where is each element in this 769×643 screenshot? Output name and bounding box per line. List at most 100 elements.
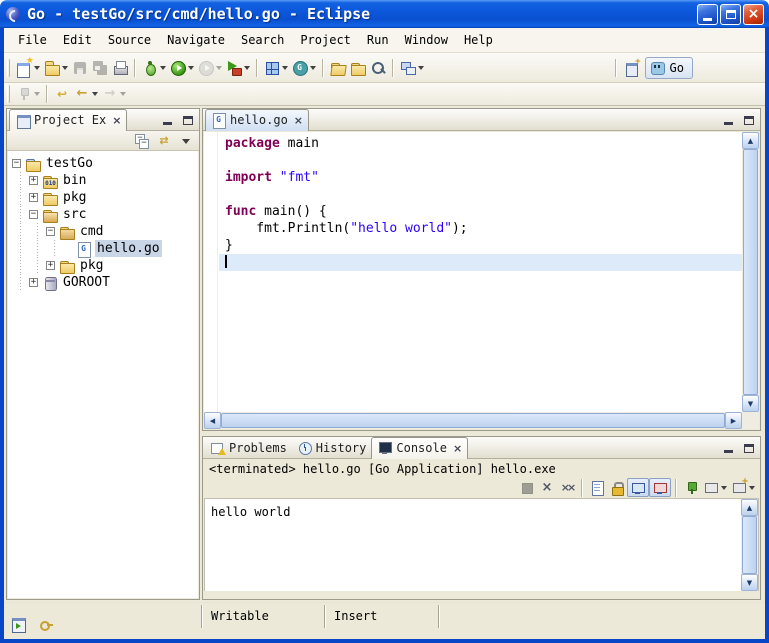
show-stderr-button[interactable] <box>649 478 671 497</box>
toolbar-gripper[interactable] <box>7 59 10 77</box>
save-all-button[interactable] <box>90 57 110 79</box>
tab-hello-go-editor[interactable]: hello.go × <box>205 109 309 131</box>
tree-item-GOROOT[interactable]: +GOROOT <box>8 274 198 291</box>
pin-editor-dropdown-arrow[interactable] <box>34 92 40 96</box>
run-button[interactable] <box>168 57 196 79</box>
tree-collapse-toggle[interactable]: − <box>12 159 21 168</box>
menu-help[interactable]: Help <box>456 28 501 52</box>
scroll-right-button[interactable]: ▶ <box>725 412 742 429</box>
tree-collapse-toggle[interactable]: − <box>46 227 55 236</box>
console-scrollbar[interactable]: ▲ ▼ <box>741 499 758 591</box>
menu-project[interactable]: Project <box>292 28 359 52</box>
collapse-all-button[interactable] <box>132 130 152 152</box>
editor-vertical-scrollbar[interactable]: ▲ ▼ <box>742 132 759 412</box>
debug-dropdown-arrow[interactable] <box>160 66 166 70</box>
godoc-dropdown-arrow[interactable] <box>310 66 316 70</box>
forward-dropdown-arrow[interactable] <box>120 92 126 96</box>
open-resource-button[interactable] <box>328 57 348 79</box>
menu-source[interactable]: Source <box>100 28 159 52</box>
tree-expand-toggle[interactable]: + <box>29 193 38 202</box>
editor-horizontal-scrollbar[interactable]: ◀ ▶ <box>204 412 742 429</box>
minimize-view-button[interactable] <box>719 112 737 128</box>
close-editor-tab-icon[interactable]: × <box>294 115 303 126</box>
menu-window[interactable]: Window <box>397 28 456 52</box>
scrollbar-thumb[interactable] <box>742 516 757 574</box>
new-go-app-dropdown-arrow[interactable] <box>282 66 288 70</box>
debug-button[interactable] <box>140 57 168 79</box>
menu-edit[interactable]: Edit <box>55 28 100 52</box>
open-console-dropdown-arrow[interactable] <box>749 486 755 490</box>
toolbar-gripper[interactable] <box>7 85 10 103</box>
scroll-up-button[interactable]: ▲ <box>741 499 758 516</box>
save-button[interactable] <box>70 57 90 79</box>
link-with-editor-button[interactable] <box>154 130 174 152</box>
maximize-view-button[interactable] <box>740 440 758 456</box>
annotation-ruler[interactable] <box>204 132 218 412</box>
new-go-project-button[interactable] <box>42 57 70 79</box>
code-line-2[interactable] <box>219 152 742 169</box>
code-area[interactable]: package mainimport "fmt"func main() { fm… <box>219 132 742 412</box>
tree-expand-toggle[interactable]: + <box>29 278 38 287</box>
tab-history[interactable]: History <box>292 438 372 458</box>
code-line-4[interactable] <box>219 186 742 203</box>
tree-item-pkg[interactable]: +pkg <box>8 257 198 274</box>
display-console-button[interactable] <box>701 478 729 497</box>
scroll-left-button[interactable]: ◀ <box>204 412 221 429</box>
tree-item-hello-go[interactable]: hello.go <box>8 240 198 257</box>
maximize-view-button[interactable] <box>179 112 197 128</box>
pin-editor-button[interactable] <box>14 84 42 104</box>
close-tab-icon[interactable]: × <box>112 115 121 126</box>
scroll-down-button[interactable]: ▼ <box>742 395 759 412</box>
code-line-7[interactable]: } <box>219 237 742 254</box>
tree-expand-toggle[interactable]: + <box>46 261 55 270</box>
tab-project-explorer[interactable]: Project Ex × <box>9 109 127 131</box>
tree-item-src[interactable]: −src <box>8 206 198 223</box>
run-dropdown-arrow[interactable] <box>188 66 194 70</box>
menu-file[interactable]: File <box>10 28 55 52</box>
scroll-down-button[interactable]: ▼ <box>741 574 758 591</box>
minimize-button[interactable] <box>697 4 718 25</box>
minimize-view-button[interactable] <box>158 112 176 128</box>
menu-navigate[interactable]: Navigate <box>159 28 233 52</box>
console-output[interactable]: hello world ▲ ▼ <box>204 498 759 591</box>
tab-problems[interactable]: Problems <box>205 438 292 458</box>
code-line-5[interactable]: func main() { <box>219 203 742 220</box>
tree-item-bin[interactable]: +bin <box>8 172 198 189</box>
scroll-lock-button[interactable] <box>607 478 627 497</box>
show-stdout-button[interactable] <box>627 478 649 497</box>
profile-dropdown-arrow[interactable] <box>216 66 222 70</box>
display-console-dropdown-arrow[interactable] <box>721 486 727 490</box>
forward-button[interactable] <box>100 84 128 104</box>
go-perspective-button[interactable]: Go <box>645 57 693 79</box>
tree-item-testGo[interactable]: −testGo <box>8 155 198 172</box>
print-button[interactable] <box>110 57 130 79</box>
scrollbar-thumb[interactable] <box>221 413 725 428</box>
tab-console[interactable]: Console× <box>371 437 468 459</box>
team-sync-button[interactable] <box>398 57 426 79</box>
code-line-8[interactable] <box>219 254 742 271</box>
open-type-button[interactable] <box>348 57 368 79</box>
new-go-app-button[interactable] <box>262 57 290 79</box>
menu-run[interactable]: Run <box>359 28 397 52</box>
new-wizard-button[interactable] <box>14 57 42 79</box>
close-button[interactable]: × <box>743 4 764 25</box>
maximize-view-button[interactable] <box>740 112 758 128</box>
fast-view-button[interactable] <box>9 613 29 635</box>
tree-item-cmd[interactable]: −cmd <box>8 223 198 240</box>
pin-console-button[interactable] <box>681 478 701 497</box>
clear-console-button[interactable] <box>587 478 607 497</box>
tree-expand-toggle[interactable]: + <box>29 176 38 185</box>
back-dropdown-arrow[interactable] <box>92 92 98 96</box>
scroll-up-button[interactable]: ▲ <box>742 132 759 149</box>
search-button[interactable] <box>368 57 388 79</box>
new-wizard-dropdown-arrow[interactable] <box>34 66 40 70</box>
back-button[interactable] <box>72 84 100 104</box>
new-go-project-dropdown-arrow[interactable] <box>62 66 68 70</box>
menu-search[interactable]: Search <box>233 28 292 52</box>
code-line-6[interactable]: fmt.Println("hello world"); <box>219 220 742 237</box>
tree-item-pkg[interactable]: +pkg <box>8 189 198 206</box>
code-line-1[interactable]: package main <box>219 135 742 152</box>
last-edit-location-button[interactable] <box>52 84 72 104</box>
external-tools-dropdown-arrow[interactable] <box>244 66 250 70</box>
scrollbar-thumb[interactable] <box>743 149 758 395</box>
